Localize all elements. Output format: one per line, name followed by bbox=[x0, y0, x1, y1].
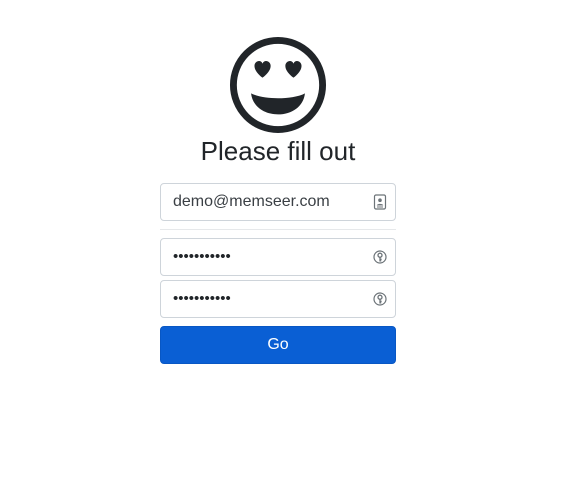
confirm-password-field[interactable]: ••••••••••• bbox=[160, 280, 396, 318]
smiling-face-with-heart-eyes-icon bbox=[229, 36, 327, 134]
key-autofill-icon[interactable] bbox=[373, 249, 387, 265]
password-value: ••••••••••• bbox=[173, 248, 231, 265]
form-divider bbox=[160, 229, 396, 230]
email-field[interactable]: demo@memseer.com bbox=[160, 183, 396, 221]
confirm-password-value: ••••••••••• bbox=[173, 290, 231, 307]
password-field[interactable]: ••••••••••• bbox=[160, 238, 396, 276]
page-title: Please fill out bbox=[200, 136, 356, 166]
email-value: demo@memseer.com bbox=[173, 193, 330, 210]
key-autofill-icon[interactable] bbox=[373, 291, 387, 307]
go-button[interactable]: Go bbox=[160, 326, 396, 364]
contact-card-icon[interactable] bbox=[373, 194, 387, 210]
login-page: Please fill out demo@memseer.com •••••••… bbox=[0, 0, 562, 504]
